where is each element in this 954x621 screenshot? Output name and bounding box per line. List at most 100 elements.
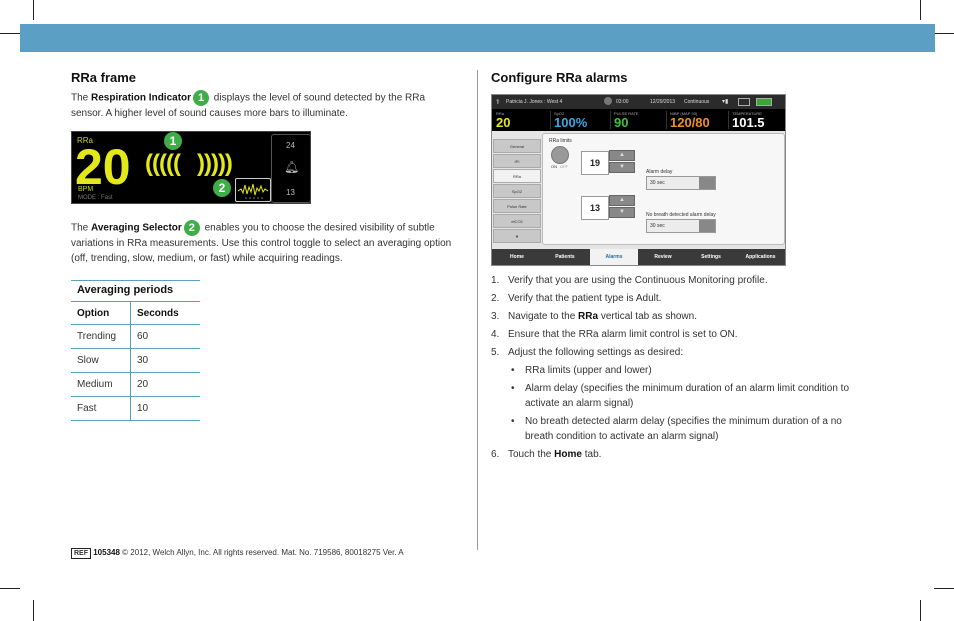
table-cell: Fast <box>71 396 131 421</box>
averaging-selector[interactable] <box>235 178 271 202</box>
respiration-indicator-icon: ((((( ))))) <box>145 150 233 177</box>
vital-rra[interactable]: RRa 20 <box>494 111 551 130</box>
table-row: Trending 60 <box>71 324 200 349</box>
device-screenshot: ⚕︎ Patricia J. Jones : West 4 03:00 12/2… <box>491 94 786 266</box>
vtab-spo2[interactable]: SpO2 <box>493 184 541 198</box>
table-cell: 30 <box>130 348 200 373</box>
upper-limit-down-button[interactable]: ▼ <box>609 162 635 173</box>
upper-limit-field[interactable]: 19 <box>581 151 609 175</box>
tab-home[interactable]: Home <box>494 249 540 265</box>
sub-list: • RRa limits (upper and lower) • Alarm del… <box>508 363 871 444</box>
ref-number: 105348 <box>93 548 120 557</box>
device-profile: Continuous <box>684 99 710 105</box>
list-item: 6. Touch the Home tab. <box>491 449 602 460</box>
vital-pulse[interactable]: PULSE RATE 90 <box>612 111 667 130</box>
device-date: 12/29/2013 <box>650 99 676 105</box>
tab-patients[interactable]: Patients <box>542 249 588 265</box>
callout-1-icon: 1 <box>193 90 210 106</box>
table-cell: Medium <box>71 372 131 397</box>
alarm-delay-select[interactable]: 30 sec <box>646 176 716 190</box>
tab-settings[interactable]: Settings <box>688 249 734 265</box>
tab-alarms[interactable]: Alarms <box>590 249 638 265</box>
sub-list-item: • RRa limits (upper and lower) <box>511 365 652 376</box>
rra-frame-illustration: RRa 20 BPM MODE : Fast ((((( ))))) 24 🔔︎… <box>71 131 311 204</box>
copyright-text: © 2012, Welch Allyn, Inc. All rights res… <box>122 548 404 557</box>
callout-2-icon: 2 <box>183 220 200 236</box>
respiration-indicator-paragraph: The Respiration Indicator 1 displays the … <box>71 90 426 119</box>
vtab-general[interactable]: General <box>493 139 541 153</box>
lower-limit-value: 13 <box>286 188 295 197</box>
averaging-selector-paragraph: The Averaging Selector 2 enables you to c… <box>71 220 452 264</box>
rra-limits-label: RRa limits <box>549 138 572 144</box>
column-divider <box>477 70 478 550</box>
rra-settings-panel: RRa limits ON OFF 19 ▲ ▼ 13 ▲ ▼ Alarm de… <box>542 133 785 245</box>
monitor-icon <box>738 98 750 106</box>
footer: REF 105348 © 2012, Welch Allyn, Inc. All… <box>71 548 404 559</box>
section-heading-rra-frame: RRa frame <box>71 70 137 85</box>
steps-list: 1. Verify that you are using the Continuo… <box>491 273 871 465</box>
vital-spo2[interactable]: SpO2 100% <box>552 111 611 130</box>
ref-badge: REF <box>71 548 91 559</box>
vtab-ipi[interactable]: IPI <box>493 154 541 168</box>
rra-unit: BPM <box>78 186 94 193</box>
device-status-bar: ⚕︎ Patricia J. Jones : West 4 03:00 12/2… <box>492 95 785 109</box>
table-header-row: Option Seconds <box>71 302 200 325</box>
table-cell: 10 <box>130 396 200 421</box>
table-cell: 20 <box>130 372 200 397</box>
alarm-toggle-icon[interactable] <box>551 146 569 164</box>
toggle-off-label: OFF <box>560 164 568 169</box>
callout-1-icon: 1 <box>164 132 182 150</box>
lower-limit-down-button[interactable]: ▼ <box>609 207 635 218</box>
table-cell: Slow <box>71 348 131 373</box>
chevron-down-icon <box>699 220 715 232</box>
tab-review[interactable]: Review <box>640 249 686 265</box>
header-bar <box>20 24 935 52</box>
table-cell: Trending <box>71 324 131 349</box>
vtab-rra[interactable]: RRa <box>493 169 541 183</box>
lower-limit-up-button[interactable]: ▲ <box>609 195 635 206</box>
table-cell: 60 <box>130 324 200 349</box>
toggle-on-label: ON <box>551 164 557 169</box>
vtab-pulse-rate[interactable]: Pulse Rate <box>493 199 541 213</box>
table-row: Fast 10 <box>71 396 200 421</box>
patient-name[interactable]: Patricia J. Jones : West 4 <box>506 99 562 105</box>
section-heading-configure-rra: Configure RRa alarms <box>491 70 628 85</box>
table-row: Medium 20 <box>71 372 200 397</box>
patient-icon: ⚕︎ <box>496 99 500 106</box>
tab-applications[interactable]: Applications <box>736 249 785 265</box>
list-item: 5. Adjust the following settings as desir… <box>491 345 871 444</box>
averaging-periods-table: Averaging periods Option Seconds Trendin… <box>71 280 200 421</box>
vtab-etco2[interactable]: etCO2 <box>493 214 541 228</box>
list-item: 4. Ensure that the RRa alarm limit contro… <box>491 329 738 340</box>
table-caption: Averaging periods <box>71 280 200 302</box>
waveform-icon <box>237 183 269 199</box>
column-header: Option <box>71 302 131 325</box>
vitals-row: RRa 20 SpO2 100% PULSE RATE 90 NIBP (MAP 93… <box>492 109 785 131</box>
bell-icon: 🔔︎ <box>284 160 300 174</box>
chevron-down-icon <box>699 177 715 189</box>
alarm-delay-label: Alarm delay <box>646 169 673 175</box>
sub-list-item: • No breath detected alarm delay (specifi… <box>511 416 842 442</box>
clock-icon <box>604 97 612 105</box>
no-breath-label: No breath detected alarm delay <box>646 212 716 218</box>
lower-limit-field[interactable]: 13 <box>581 196 609 220</box>
sub-list-item: • Alarm delay (specifies the minimum dura… <box>511 383 850 409</box>
vital-temperature[interactable]: TEMPERATURE 101.5 <box>730 111 785 130</box>
column-header: Seconds <box>130 302 200 325</box>
device-time: 03:00 <box>616 99 629 105</box>
signal-icon: ▾▮ <box>722 99 729 105</box>
table-row: Slow 30 <box>71 348 200 373</box>
vtab-scroll-down[interactable]: ▼ <box>493 229 541 243</box>
callout-2-icon: 2 <box>213 179 231 197</box>
upper-limit-value: 24 <box>286 141 295 150</box>
vital-nibp[interactable]: NIBP (MAP 93) 120/80 <box>668 111 729 130</box>
rra-mode: MODE : Fast <box>78 195 113 201</box>
bottom-tab-bar: Home Patients Alarms Review Settings App… <box>492 249 785 265</box>
list-item: 3. Navigate to the RRa vertical tab as sh… <box>491 311 697 322</box>
no-breath-select[interactable]: 30 sec <box>646 219 716 233</box>
list-item: 1. Verify that you are using the Continuo… <box>491 275 768 286</box>
list-item: 2. Verify that the patient type is Adult. <box>491 293 662 304</box>
device-alarms-body: General IPI RRa SpO2 Pulse Rate etCO2 ▼ … <box>492 131 785 249</box>
upper-limit-up-button[interactable]: ▲ <box>609 150 635 161</box>
battery-icon <box>756 98 772 106</box>
